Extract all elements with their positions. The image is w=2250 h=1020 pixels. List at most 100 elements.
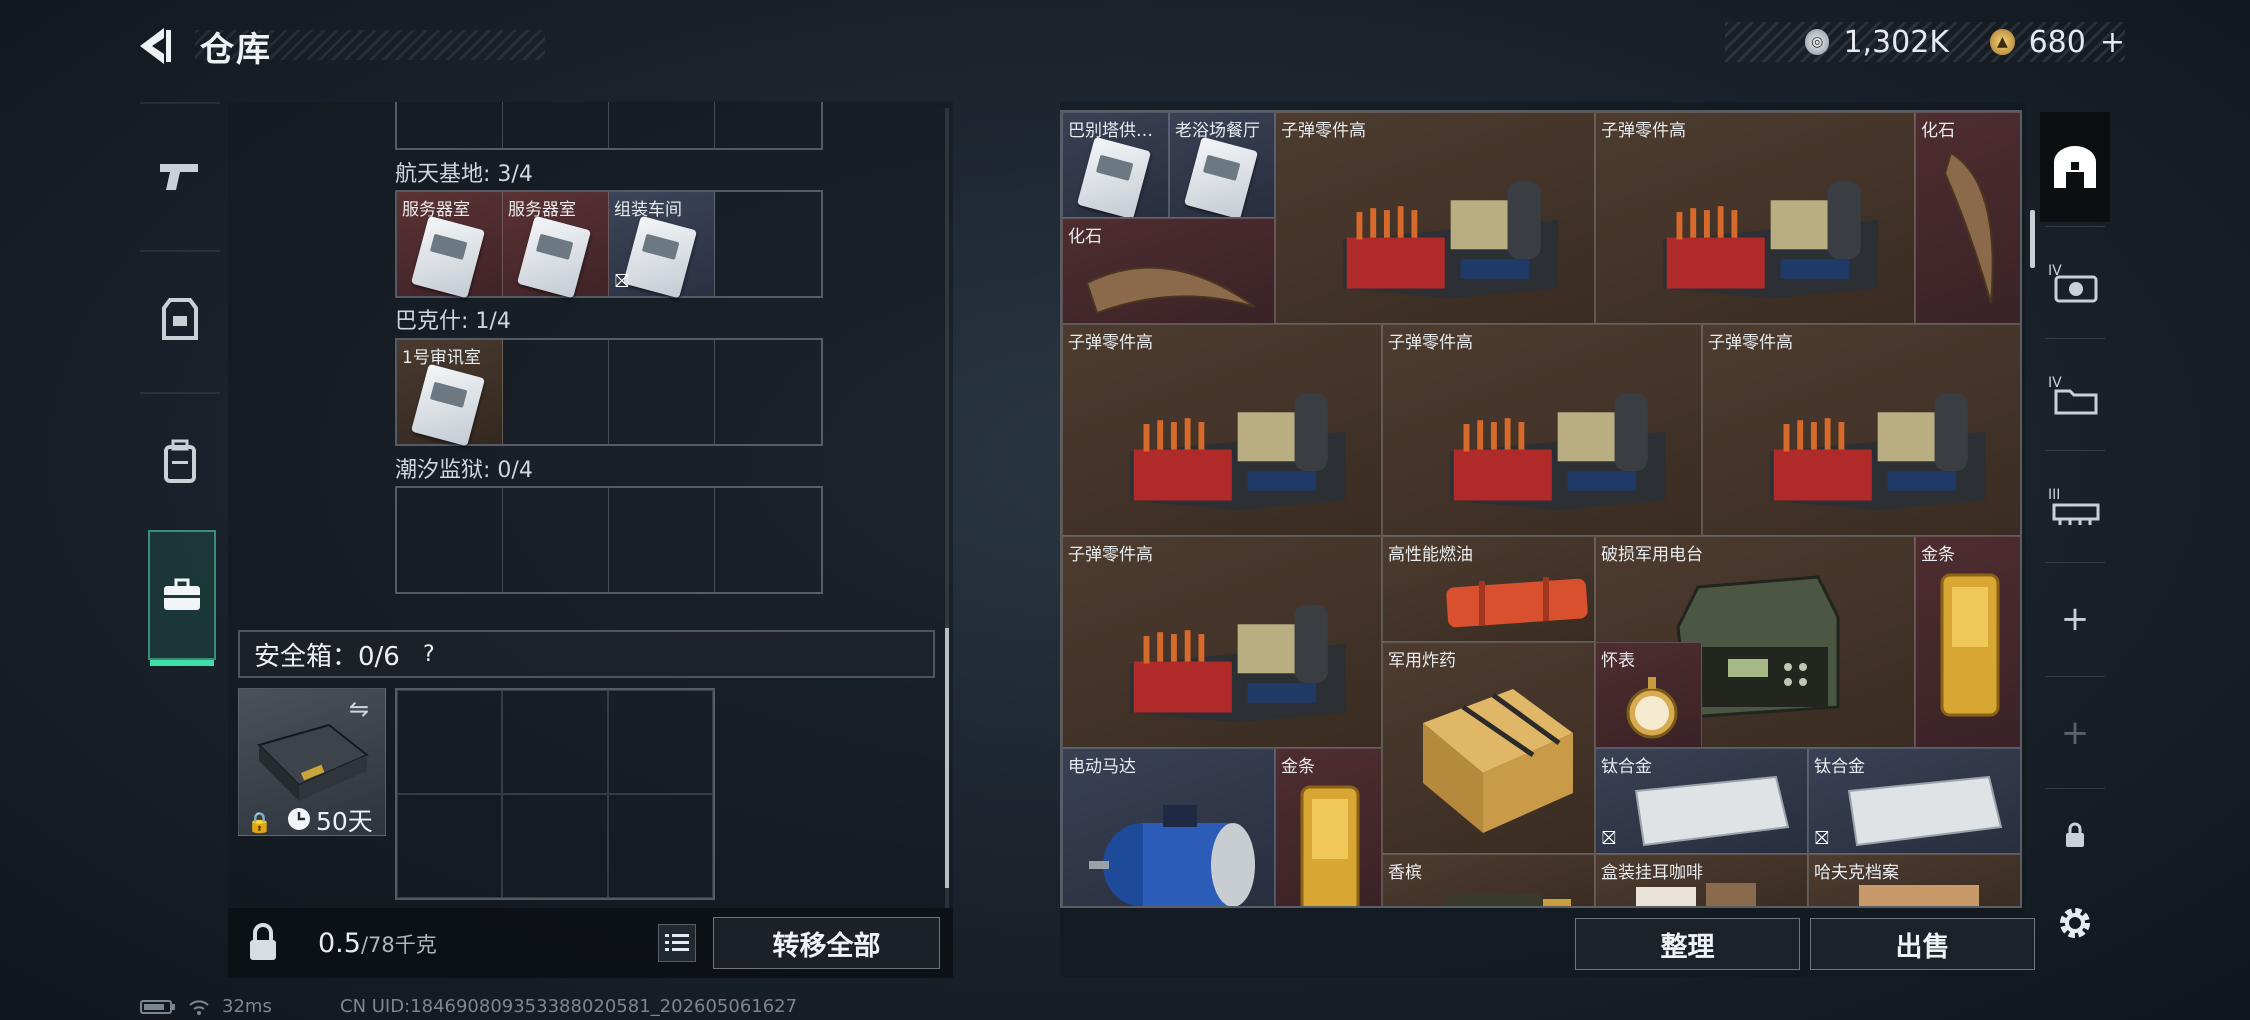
stash-item-titanium[interactable]: 钛合金 ⛝ (1808, 748, 2020, 854)
svg-text:🔒: 🔒 (247, 810, 272, 834)
item-label: 化石 (1921, 121, 1955, 141)
empty-slot[interactable] (715, 488, 821, 592)
transfer-all-button[interactable]: 转移全部 (713, 917, 940, 969)
keycard-slot[interactable]: 组装车间 ⛝ (609, 192, 715, 299)
empty-slot[interactable] (397, 488, 503, 592)
keycard-label: 组装车间 (614, 200, 682, 220)
empty-slot[interactable] (502, 690, 608, 794)
empty-slot[interactable] (715, 192, 821, 296)
keycard-icon (410, 363, 486, 447)
stash-item-explosive[interactable]: 军用炸药 (1382, 642, 1595, 854)
tab-folder[interactable]: IV (2040, 340, 2110, 450)
empty-slot[interactable] (397, 690, 503, 794)
stash-item-ammo-parts[interactable]: 子弹零件高 (1595, 112, 1915, 324)
keycard-grid-aerospace: 服务器室 服务器室 组装车间 ⛝ (395, 190, 823, 299)
titanium-plate-icon (1634, 775, 1790, 847)
tier4-folder-icon: IV (2048, 375, 2098, 415)
stash-item-ammo-parts[interactable]: 子弹零件高 (1382, 324, 1702, 536)
keycard-grid-bakesh: 1号审讯室 (395, 338, 823, 447)
no-drop-icon: ⛝ (1815, 828, 1829, 849)
lock-icon (2066, 822, 2084, 847)
item-label: 破损军用电台 (1601, 545, 1703, 565)
keycard-slot[interactable]: 服务器室 (397, 192, 503, 299)
back-button[interactable] (132, 22, 180, 70)
sell-button[interactable]: 出售 (1810, 918, 2035, 970)
stash-item-gold-bar[interactable]: 金条 (1915, 536, 2020, 748)
coffee-box-icon (1636, 883, 1756, 906)
empty-slot[interactable] (609, 340, 715, 444)
currency-bar: ◎ 1,302K ▲ 680 + (1725, 22, 2125, 62)
safe-box-label: 安全箱：0/6 (254, 641, 400, 672)
weight-lock-button[interactable] (238, 918, 288, 968)
help-button[interactable]: ? (414, 639, 444, 669)
empty-slot[interactable] (715, 340, 821, 444)
item-label: 军用炸药 (1388, 651, 1456, 671)
left-scrollbar[interactable] (945, 108, 949, 908)
empty-slot[interactable] (609, 488, 715, 592)
stash-scrollbar[interactable] (2030, 210, 2035, 960)
stash-item-document[interactable]: 哈夫克档案 (1808, 854, 2020, 906)
ammo-parts-icon (1130, 392, 1346, 511)
wifi-icon (189, 999, 209, 1015)
empty-slot[interactable] (607, 794, 713, 898)
tab-secure-case[interactable] (148, 530, 216, 666)
add-currency-button[interactable]: + (2100, 25, 2125, 60)
page-title: 仓库 (200, 30, 272, 70)
item-label: 盒装挂耳咖啡 (1601, 863, 1703, 883)
stash-item-ammo-parts[interactable]: 子弹零件高 (1062, 536, 1382, 748)
tier4-camera-icon: IV (2048, 263, 2098, 303)
stash-item-gold-bar[interactable]: 金条 (1275, 748, 1382, 906)
safe-box-slot[interactable]: ⇋ 🔒 50天 (238, 688, 386, 836)
stash-item-ammo-parts[interactable]: 子弹零件高 (1275, 112, 1595, 324)
sort-button[interactable]: 整理 (1575, 918, 1800, 970)
ammo-parts-icon (1770, 392, 1986, 511)
empty-slot[interactable] (503, 488, 609, 592)
tab-camera[interactable]: IV (2040, 228, 2110, 338)
keycard-slot[interactable]: 服务器室 (503, 192, 609, 299)
no-drop-icon: ⛝ (615, 271, 629, 292)
tier3-rail-icon: III (2048, 487, 2100, 525)
backpack-icon (164, 439, 196, 483)
battery-icon (140, 999, 175, 1014)
tab-backpack[interactable] (140, 396, 220, 526)
silver-coin-icon: ◎ (1805, 29, 1830, 55)
keycard-grid-previous (395, 102, 823, 150)
svg-text:III: III (2048, 487, 2060, 503)
tab-armor[interactable] (140, 255, 220, 385)
safe-box-header: 安全箱：0/6 ? (238, 630, 935, 678)
empty-slot[interactable] (503, 340, 609, 444)
stash-item-electric-motor[interactable]: 电动马达 (1062, 748, 1275, 906)
stash-item-fossil[interactable]: 化石 (1915, 112, 2020, 324)
armor-icon (162, 298, 198, 340)
gold-coin-icon: ▲ (1990, 29, 2015, 55)
document-icon (1859, 885, 1979, 906)
list-view-button[interactable] (658, 924, 696, 962)
status-bar: 32ms (140, 996, 272, 1017)
settings-button[interactable] (2050, 898, 2100, 948)
stash-item-keycard[interactable]: 老浴场餐厅 (1169, 112, 1275, 218)
stash-item-keycard[interactable]: 巴别塔供… (1062, 112, 1169, 218)
stash-item-coffee[interactable]: 盒装挂耳咖啡 (1595, 854, 1808, 906)
stash-item-pocket-watch[interactable]: 怀表 (1595, 642, 1702, 748)
item-label: 怀表 (1601, 651, 1635, 671)
explosive-crate-icon (1423, 689, 1573, 833)
tab-weapons[interactable] (140, 112, 220, 242)
add-stash-button-disabled[interactable]: + (2040, 678, 2110, 788)
empty-slot[interactable] (502, 794, 608, 898)
stash-icon (2054, 146, 2096, 188)
empty-slot[interactable] (607, 690, 713, 794)
item-label: 老浴场餐厅 (1175, 121, 1260, 141)
keycard-slot[interactable]: 1号审讯室 (397, 340, 503, 447)
stash-item-ammo-parts[interactable]: 子弹零件高 (1702, 324, 2020, 536)
locked-tab[interactable] (2040, 790, 2110, 880)
stash-item-ammo-parts[interactable]: 子弹零件高 (1062, 324, 1382, 536)
stash-item-titanium[interactable]: 钛合金 ⛝ (1595, 748, 1808, 854)
keycard-label: 1号审讯室 (402, 348, 481, 368)
tab-stash[interactable] (2040, 112, 2110, 222)
tab-rail[interactable]: III (2040, 452, 2110, 562)
empty-slot[interactable] (397, 794, 503, 898)
stash-item-fuel[interactable]: 高性能燃油 (1382, 536, 1595, 642)
add-stash-button[interactable]: + (2040, 564, 2110, 674)
stash-item-fossil[interactable]: 化石 (1062, 218, 1275, 324)
stash-item-champagne[interactable]: 香槟 (1382, 854, 1595, 906)
